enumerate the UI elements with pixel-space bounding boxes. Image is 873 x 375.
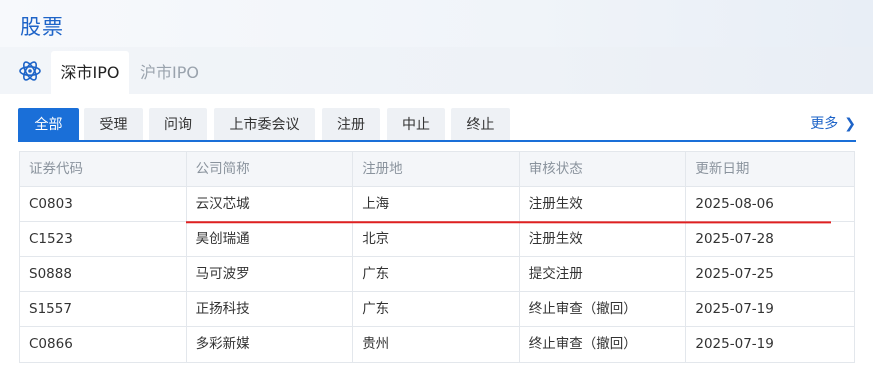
security-code: C0866 (20, 327, 187, 362)
review-status: 注册生效 (520, 222, 687, 256)
company-name[interactable]: 云汉芯城 (187, 187, 354, 221)
page-title: 股票 (20, 15, 64, 39)
table-header-row: 证券代码 公司简称 注册地 审核状态 更新日期 (20, 152, 854, 187)
review-status: 注册生效 (520, 187, 687, 221)
company-name[interactable]: 正扬科技 (187, 292, 354, 326)
security-code: S1557 (20, 292, 187, 326)
more-link[interactable]: 更多 ❯ (810, 114, 856, 134)
review-status: 终止审查（撤回） (520, 327, 687, 362)
tab-inquiry[interactable]: 问询 (149, 108, 207, 142)
column-header: 公司简称 (187, 152, 354, 186)
table-row[interactable]: S1557 正扬科技 广东 终止审查（撤回） 2025-07-19 (20, 292, 854, 327)
tab-terminated[interactable]: 终止 (451, 108, 510, 142)
page-header: 股票 (0, 0, 873, 47)
security-code: C1523 (20, 222, 187, 256)
tab-shanghai-ipo[interactable]: 沪市IPO (132, 51, 207, 94)
update-date: 2025-07-28 (695, 231, 774, 247)
more-label: 更多 (810, 116, 839, 132)
market-tab-strip: 深市IPO 沪市IPO (0, 47, 873, 94)
column-header: 注册地 (353, 152, 520, 186)
table-row[interactable]: C1523 昊创瑞通 北京 注册生效 2025-07-28 (20, 222, 854, 257)
table-row[interactable]: C0866 多彩新媒 贵州 终止审查（撤回） 2025-07-19 (20, 327, 854, 362)
company-name[interactable]: 马可波罗 (187, 257, 354, 291)
registered-location: 广东 (353, 257, 520, 291)
update-date: 2025-07-19 (695, 336, 774, 352)
update-date: 2025-07-25 (695, 266, 774, 282)
update-date: 2025-08-06 (695, 196, 774, 212)
atom-icon (19, 61, 41, 81)
tab-registration[interactable]: 注册 (322, 108, 380, 142)
review-status: 提交注册 (520, 257, 687, 291)
company-name[interactable]: 昊创瑞通 (187, 222, 354, 256)
column-header: 审核状态 (520, 152, 687, 186)
chevron-right-icon: ❯ (844, 116, 856, 132)
tab-listing-committee[interactable]: 上市委会议 (214, 108, 315, 142)
red-underline-annotation (186, 221, 831, 224)
registered-location: 北京 (353, 222, 520, 256)
table-row[interactable]: C0803 云汉芯城 上海 注册生效 2025-08-06 (20, 187, 854, 222)
column-header: 证券代码 (20, 152, 187, 186)
registered-location: 广东 (353, 292, 520, 326)
security-code: C0803 (20, 187, 187, 221)
status-tabs: 全部 受理 问询 上市委会议 注册 中止 终止 (18, 106, 856, 142)
review-status: 终止审查（撤回） (520, 292, 687, 326)
registered-location: 贵州 (353, 327, 520, 362)
table-row[interactable]: S0888 马可波罗 广东 提交注册 2025-07-25 (20, 257, 854, 292)
registered-location: 上海 (353, 187, 520, 221)
tabs-underline (18, 140, 856, 142)
tab-suspended[interactable]: 中止 (387, 108, 445, 142)
column-header: 更新日期 (695, 161, 750, 177)
update-date: 2025-07-19 (695, 301, 774, 317)
tab-all[interactable]: 全部 (18, 108, 79, 142)
company-name[interactable]: 多彩新媒 (187, 327, 354, 362)
security-code: S0888 (20, 257, 187, 291)
tab-shenzhen-ipo[interactable]: 深市IPO (51, 51, 129, 94)
tab-accepted[interactable]: 受理 (84, 108, 143, 142)
ipo-table: 证券代码 公司简称 注册地 审核状态 更新日期 C0803 云汉芯城 上海 注册… (19, 151, 855, 363)
